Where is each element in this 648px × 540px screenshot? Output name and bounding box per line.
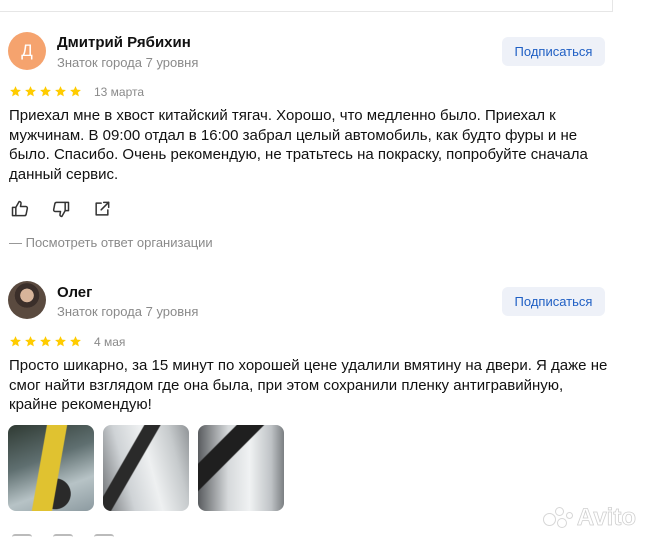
dislike-icon[interactable] <box>53 534 73 540</box>
like-icon[interactable] <box>10 199 30 219</box>
previous-card-edge <box>0 0 612 12</box>
subscribe-button[interactable]: Подписаться <box>502 37 605 66</box>
author-rank: Знаток города 7 уровня <box>57 304 199 319</box>
review-date: 4 мая <box>94 335 126 349</box>
review-photo[interactable] <box>198 425 284 511</box>
review-photos <box>8 425 284 511</box>
watermark-text: Avito <box>576 504 636 532</box>
subscribe-button[interactable]: Подписаться <box>502 287 605 316</box>
review-actions <box>10 199 112 219</box>
avatar[interactable]: Д <box>8 32 46 70</box>
review-text: Приехал мне в хвост китайский тягач. Хор… <box>9 107 588 183</box>
author-name[interactable]: Дмитрий Рябихин <box>57 34 191 51</box>
share-icon[interactable] <box>94 534 114 540</box>
review-date: 13 марта <box>94 85 145 99</box>
star-icon <box>39 85 52 98</box>
review-photo[interactable] <box>8 425 94 511</box>
review-text: Просто шикарно, за 15 минут по хорошей ц… <box>9 357 608 413</box>
like-icon[interactable] <box>12 534 32 540</box>
rating-stars <box>9 85 82 98</box>
dislike-icon[interactable] <box>51 199 71 219</box>
review-photo[interactable] <box>103 425 189 511</box>
author-rank: Знаток города 7 уровня <box>57 55 199 70</box>
star-icon <box>9 85 22 98</box>
review-actions-partial <box>12 534 114 540</box>
previous-card-edge-right <box>612 0 613 12</box>
avito-logo-icon <box>542 507 573 529</box>
star-icon <box>24 85 37 98</box>
star-icon <box>54 85 67 98</box>
avatar-letter: Д <box>21 41 33 60</box>
star-icon <box>24 335 37 348</box>
avito-watermark: Avito <box>542 504 636 532</box>
star-icon <box>69 335 82 348</box>
avatar[interactable] <box>8 281 46 319</box>
author-name[interactable]: Олег <box>57 284 92 301</box>
star-icon <box>69 85 82 98</box>
rating-stars <box>9 335 82 348</box>
star-icon <box>9 335 22 348</box>
star-icon <box>54 335 67 348</box>
star-icon <box>39 335 52 348</box>
view-organization-reply-link[interactable]: — Посмотреть ответ организации <box>9 235 213 250</box>
share-icon[interactable] <box>92 199 112 219</box>
